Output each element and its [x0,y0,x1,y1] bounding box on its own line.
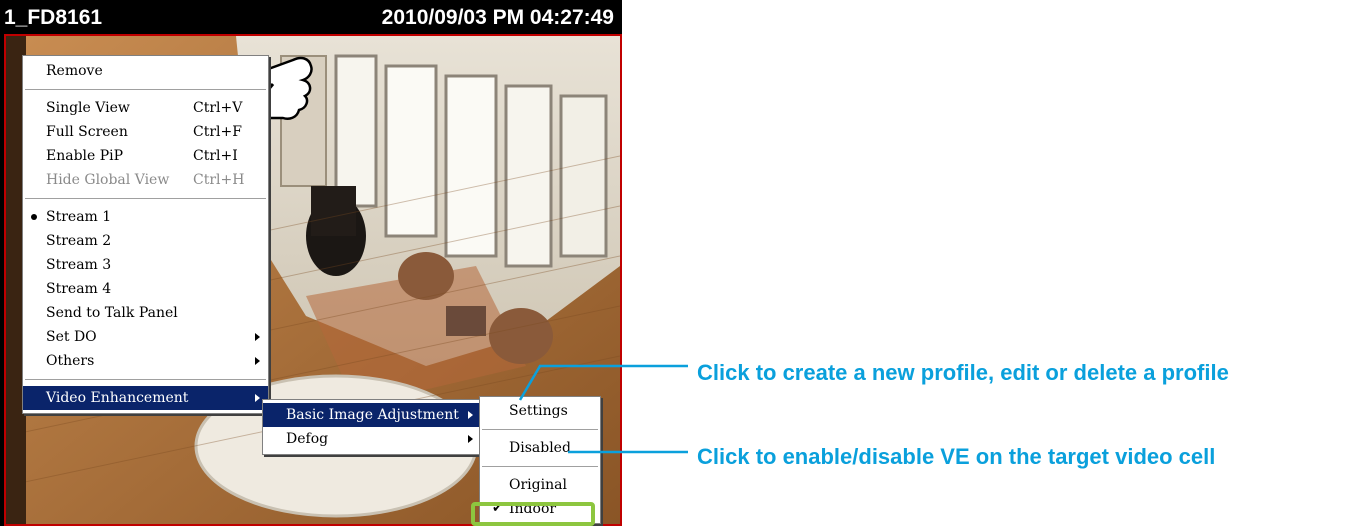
settings-callout-text: Click to create a new profile, edit or d… [697,360,1229,385]
settings-leader-line [518,364,688,401]
disabled-callout-text: Click to enable/disable VE on the target… [697,444,1216,469]
